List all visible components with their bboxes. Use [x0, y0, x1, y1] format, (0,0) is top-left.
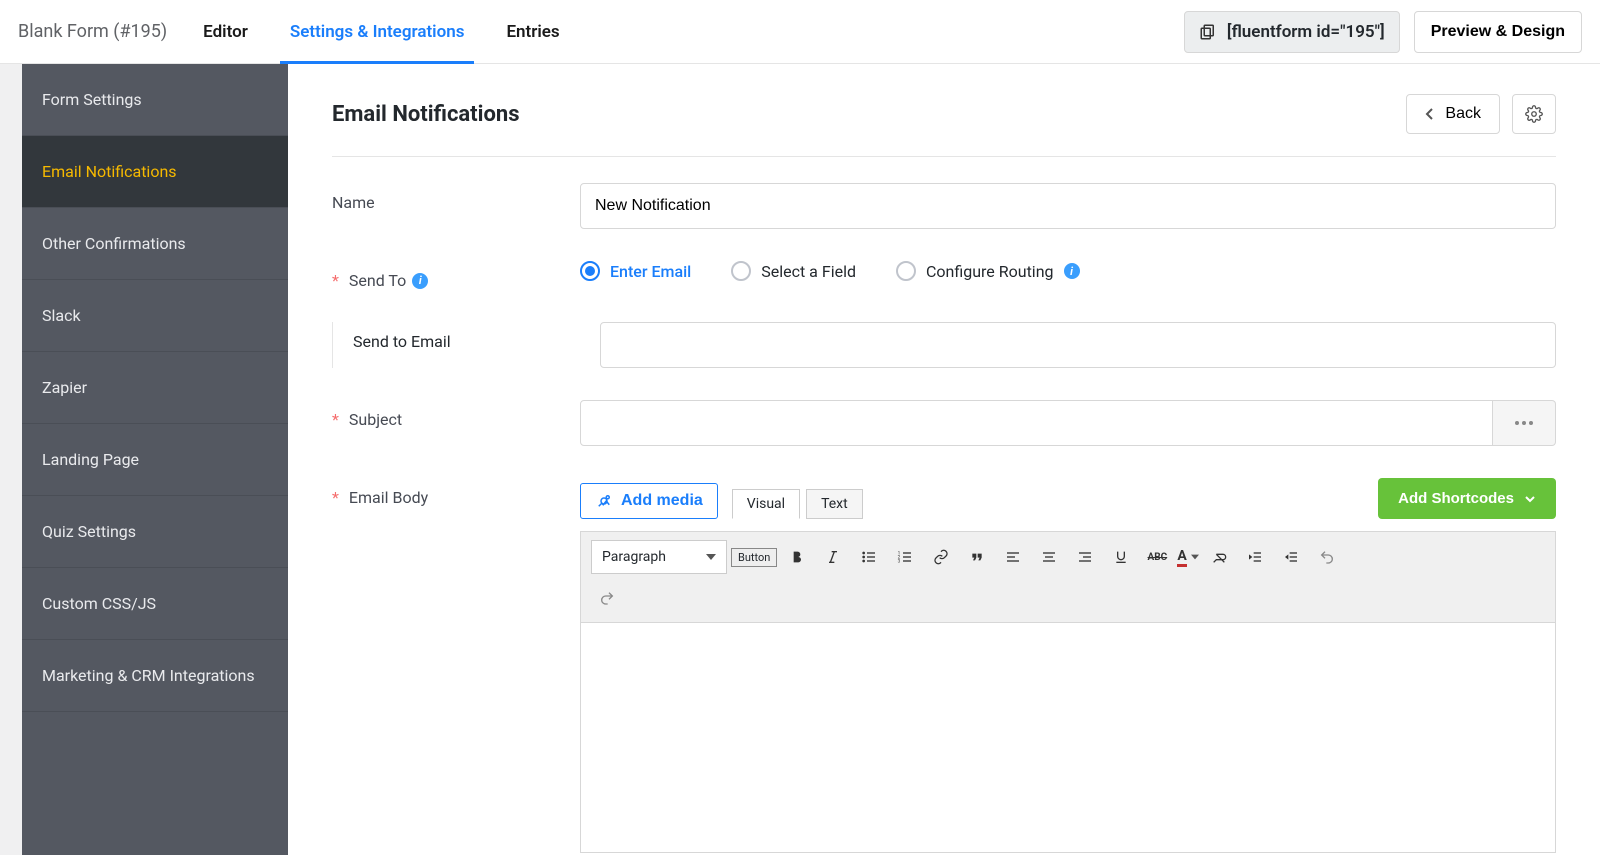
outdent-button[interactable]	[1239, 541, 1271, 573]
radio-icon	[896, 261, 916, 281]
sidebar-item-other-confirmations[interactable]: Other Confirmations	[22, 208, 288, 280]
ellipsis-icon	[1515, 421, 1533, 425]
radio-configure-routing[interactable]: Configure Routing i	[896, 261, 1080, 281]
page-title: Email Notifications	[332, 102, 520, 127]
editor-tab-text[interactable]: Text	[806, 489, 863, 519]
sidebar-item-zapier[interactable]: Zapier	[22, 352, 288, 424]
sidebar-item-slack[interactable]: Slack	[22, 280, 288, 352]
tab-editor[interactable]: Editor	[203, 0, 248, 64]
sidebar-item-form-settings[interactable]: Form Settings	[22, 64, 288, 136]
clear-formatting-button[interactable]	[1203, 541, 1235, 573]
bold-button[interactable]	[781, 541, 813, 573]
editor-tab-visual[interactable]: Visual	[732, 489, 800, 519]
sidebar-item-quiz-settings[interactable]: Quiz Settings	[22, 496, 288, 568]
main-tabs: Editor Settings & Integrations Entries	[203, 0, 560, 64]
link-button[interactable]	[925, 541, 957, 573]
sidebar-item-marketing-crm[interactable]: Marketing & CRM Integrations	[22, 640, 288, 712]
subject-input[interactable]	[580, 400, 1493, 446]
back-button[interactable]: Back	[1406, 94, 1500, 134]
chevron-left-icon	[1425, 107, 1435, 121]
back-label: Back	[1445, 105, 1481, 123]
content-panel: Email Notifications Back Name	[288, 64, 1600, 855]
row-email-body: * Email Body Add media Visual Text	[332, 478, 1556, 853]
header-actions: [fluentform id="195"] Preview & Design	[1184, 11, 1582, 53]
form-title: Blank Form (#195)	[18, 21, 167, 42]
required-mark: *	[332, 271, 339, 290]
settings-sidebar: Form Settings Email Notifications Other …	[22, 64, 288, 855]
page-header: Email Notifications Back	[332, 94, 1556, 157]
media-icon	[595, 492, 613, 510]
underline-button[interactable]	[1105, 541, 1137, 573]
name-input[interactable]	[580, 183, 1556, 229]
label-name: Name	[332, 183, 580, 212]
editor-mode-tabs: Visual Text	[732, 489, 863, 519]
add-media-button[interactable]: Add media	[580, 483, 718, 519]
row-name: Name	[332, 183, 1556, 229]
radio-enter-email[interactable]: Enter Email	[580, 261, 691, 281]
numbered-list-button[interactable]: 123	[889, 541, 921, 573]
label-send-to: * Send To i	[332, 261, 580, 290]
preview-design-button[interactable]: Preview & Design	[1414, 11, 1582, 53]
required-mark: *	[332, 410, 339, 429]
bullet-list-button[interactable]	[853, 541, 885, 573]
label-subject: * Subject	[332, 400, 580, 429]
row-subject: * Subject	[332, 400, 1556, 446]
text-color-button[interactable]: A	[1177, 541, 1198, 573]
info-icon[interactable]: i	[1064, 263, 1080, 279]
shortcode-copy[interactable]: [fluentform id="195"]	[1184, 11, 1400, 53]
main-container: Form Settings Email Notifications Other …	[22, 64, 1600, 855]
editor-content-area[interactable]	[580, 623, 1556, 853]
strikethrough-button[interactable]: ABC	[1141, 541, 1173, 573]
align-right-button[interactable]	[1069, 541, 1101, 573]
sidebar-item-custom-cssjs[interactable]: Custom CSS/JS	[22, 568, 288, 640]
add-shortcodes-button[interactable]: Add Shortcodes	[1378, 478, 1556, 519]
subject-shortcode-button[interactable]	[1493, 400, 1557, 446]
shortcode-text: [fluentform id="195"]	[1227, 22, 1385, 42]
tab-settings-integrations[interactable]: Settings & Integrations	[290, 0, 465, 64]
sidebar-item-email-notifications[interactable]: Email Notifications	[22, 136, 288, 208]
copy-icon	[1199, 23, 1217, 41]
blockquote-button[interactable]	[961, 541, 993, 573]
gear-icon	[1525, 105, 1543, 123]
send-to-email-input[interactable]	[600, 322, 1556, 368]
caret-down-icon	[706, 552, 716, 562]
editor-header: Add media Visual Text Add Shortcodes	[580, 478, 1556, 519]
chevron-down-icon	[1524, 493, 1536, 505]
radio-select-field[interactable]: Select a Field	[731, 261, 856, 281]
label-send-to-email: Send to Email	[332, 322, 580, 368]
info-icon[interactable]: i	[412, 273, 428, 289]
radio-icon	[580, 261, 600, 281]
align-left-button[interactable]	[997, 541, 1029, 573]
row-send-to: * Send To i Enter Email Select a Field	[332, 261, 1556, 290]
redo-button[interactable]	[591, 582, 623, 614]
label-email-body: * Email Body	[332, 478, 580, 507]
settings-gear-button[interactable]	[1512, 94, 1556, 134]
editor-toolbar: Paragraph Button 123	[580, 531, 1556, 623]
app-header: Blank Form (#195) Editor Settings & Inte…	[0, 0, 1600, 64]
radio-icon	[731, 261, 751, 281]
sidebar-item-landing-page[interactable]: Landing Page	[22, 424, 288, 496]
row-send-to-email: Send to Email	[332, 322, 1556, 368]
tab-entries[interactable]: Entries	[506, 0, 559, 64]
block-format-select[interactable]: Paragraph	[591, 540, 727, 574]
insert-button-chip[interactable]: Button	[731, 548, 777, 567]
svg-text:3: 3	[898, 558, 901, 564]
send-to-radio-group: Enter Email Select a Field Configure Rou…	[580, 261, 1556, 281]
align-center-button[interactable]	[1033, 541, 1065, 573]
indent-button[interactable]	[1275, 541, 1307, 573]
page-actions: Back	[1406, 94, 1556, 134]
required-mark: *	[332, 488, 339, 507]
italic-button[interactable]	[817, 541, 849, 573]
undo-button[interactable]	[1311, 541, 1343, 573]
